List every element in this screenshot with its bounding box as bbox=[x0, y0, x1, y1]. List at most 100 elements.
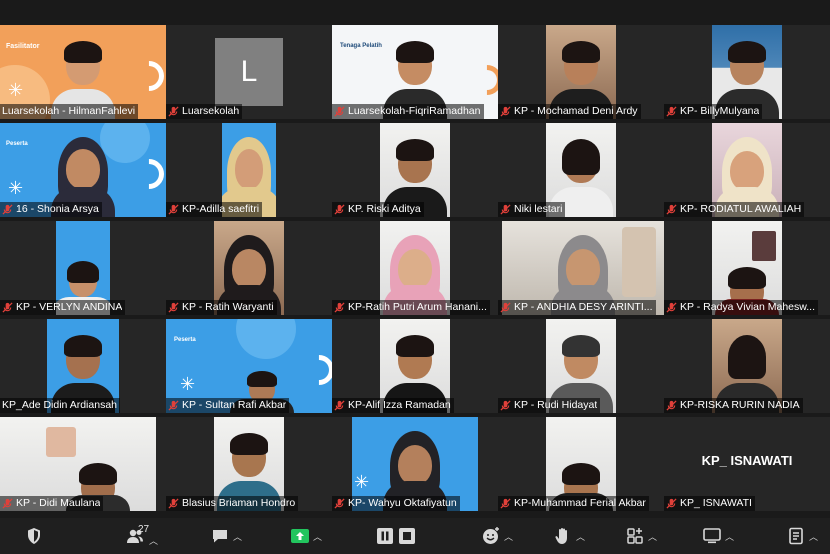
participant-name-label: KP - Rudi Hidayat bbox=[498, 398, 601, 413]
participant-name: KP - ANDHIA DESY ARINTI... bbox=[514, 301, 653, 313]
notes-button[interactable]: ︿ bbox=[780, 518, 824, 554]
video-grid: Fasilitator ✳ Luarsekolah - HilmanFahlev… bbox=[0, 0, 830, 518]
participant-name-label: KP-Muhammad Ferial Akbar bbox=[498, 496, 649, 511]
muted-mic-icon bbox=[666, 204, 677, 215]
participant-name-label: KP-RISKA RURIN NADIA bbox=[664, 398, 803, 413]
recording-controls[interactable] bbox=[374, 518, 418, 554]
participant-name: KP-Alif Izza Ramadan bbox=[348, 399, 451, 411]
participant-name: KP-Muhammad Ferial Akbar bbox=[514, 497, 646, 509]
participant-name-label: KP- Wahyu Oktafiyatun bbox=[332, 496, 460, 511]
participant-name: KP- BillyMulyana bbox=[680, 105, 760, 117]
muted-mic-icon bbox=[334, 498, 345, 509]
participant-tile[interactable]: KP- BillyMulyana bbox=[664, 25, 830, 119]
muted-mic-icon bbox=[334, 302, 345, 313]
slide-label: Tenaga Pelatih bbox=[340, 43, 382, 49]
participant-name-label: Luarsekolah bbox=[166, 104, 243, 119]
muted-mic-icon bbox=[500, 400, 511, 411]
chevron-up-icon[interactable]: ︿ bbox=[149, 534, 158, 547]
apps-button[interactable]: ︿ bbox=[620, 518, 662, 554]
participant-name: KP_Ade Didin Ardiansah bbox=[2, 399, 117, 411]
participant-tile[interactable]: Tenaga Pelatih Luarsekolah-FiqriRamadhan bbox=[332, 25, 498, 119]
participant-tile[interactable]: KP- RODIATUL AWALIAH bbox=[664, 123, 830, 217]
share-screen-icon bbox=[290, 529, 309, 543]
slide-label: Fasilitator bbox=[6, 43, 40, 50]
chevron-up-icon[interactable]: ︿ bbox=[313, 530, 322, 543]
muted-mic-icon bbox=[168, 400, 179, 411]
emoji-icon bbox=[482, 527, 499, 544]
participant-tile[interactable]: KP - ANDHIA DESY ARINTI... bbox=[498, 221, 664, 315]
muted-mic-icon bbox=[666, 302, 677, 313]
participant-name-label: KP - VERLYN ANDINA bbox=[0, 300, 126, 315]
chevron-up-icon[interactable]: ︿ bbox=[648, 530, 657, 543]
participant-name: KP - Rudi Hidayat bbox=[514, 399, 598, 411]
participant-tile[interactable]: KP-Ratih Putri Arum Hanani... bbox=[332, 221, 498, 315]
stop-icon[interactable] bbox=[397, 526, 417, 546]
participant-tile[interactable]: Niki lestari bbox=[498, 123, 664, 217]
chevron-up-icon[interactable]: ︿ bbox=[576, 530, 585, 543]
participant-name: KP-Adilla saefitri bbox=[182, 203, 260, 215]
participant-name-label: Niki lestari bbox=[498, 202, 566, 217]
participant-tile[interactable]: KP - Ratih Waryanti bbox=[166, 221, 332, 315]
pause-icon[interactable] bbox=[375, 526, 395, 546]
participant-name-label: KP. Riski Aditya bbox=[332, 202, 424, 217]
participant-name-label: KP- BillyMulyana bbox=[664, 104, 763, 119]
muted-mic-icon bbox=[334, 400, 345, 411]
participant-name-label: KP - Didi Maulana bbox=[0, 496, 104, 511]
muted-mic-icon bbox=[2, 498, 13, 509]
slide-label: Peserta bbox=[174, 337, 196, 343]
participant-name-label: KP_Ade Didin Ardiansah bbox=[0, 398, 120, 413]
participant-name: Blasius Briaman Hondro bbox=[182, 497, 296, 509]
muted-mic-icon bbox=[168, 106, 179, 117]
chevron-up-icon[interactable]: ︿ bbox=[504, 530, 513, 543]
participant-name-label: KP - Ratih Waryanti bbox=[166, 300, 277, 315]
participant-tile[interactable]: KP - Mochamad Deni Ardy bbox=[498, 25, 664, 119]
participant-tile[interactable]: Blasius Briaman Hondro bbox=[166, 417, 332, 511]
raise-hand-button[interactable]: ︿ bbox=[548, 518, 590, 554]
chevron-up-icon[interactable]: ︿ bbox=[233, 530, 242, 543]
participant-tile[interactable]: Peserta ✳ 16 - Shonia Arsya bbox=[0, 123, 166, 217]
participant-tile[interactable]: KP_ ISNAWATI KP_ ISNAWATI bbox=[664, 417, 830, 511]
participant-tile[interactable]: Fasilitator ✳ Luarsekolah - HilmanFahlev… bbox=[0, 25, 166, 119]
participant-name: KP - Radya Vivian Mahesw... bbox=[680, 301, 816, 313]
participant-tile[interactable]: KP - Didi Maulana bbox=[0, 417, 166, 511]
chat-icon bbox=[212, 530, 227, 543]
participants-button[interactable]: 27 ︿ bbox=[110, 518, 160, 554]
reactions-button[interactable]: ︿ bbox=[476, 518, 518, 554]
participant-tile[interactable]: ✳ KP- Wahyu Oktafiyatun bbox=[332, 417, 498, 511]
muted-mic-icon bbox=[168, 204, 179, 215]
participant-name: KP_ ISNAWATI bbox=[680, 497, 752, 509]
participant-name-label: Luarsekolah - HilmanFahlevi bbox=[0, 104, 139, 119]
apps-icon bbox=[627, 528, 643, 544]
participant-tile[interactable]: KP-Adilla saefitri bbox=[166, 123, 332, 217]
participant-name-label: Blasius Briaman Hondro bbox=[166, 496, 299, 511]
muted-mic-icon bbox=[666, 400, 677, 411]
participant-tile[interactable]: KP-Muhammad Ferial Akbar bbox=[498, 417, 664, 511]
participant-tile[interactable]: KP - Radya Vivian Mahesw... bbox=[664, 221, 830, 315]
chevron-up-icon[interactable]: ︿ bbox=[725, 530, 734, 543]
muted-mic-icon bbox=[500, 302, 511, 313]
meeting-toolbar: 27 ︿ ︿ ︿ ︿ ︿ ︿ ︿ ︿ bbox=[0, 518, 830, 554]
participant-name-label: KP- RODIATUL AWALIAH bbox=[664, 202, 805, 217]
video-off-name: KP_ ISNAWATI bbox=[701, 453, 793, 468]
participant-tile[interactable]: KP. Riski Aditya bbox=[332, 123, 498, 217]
chat-button[interactable]: ︿ bbox=[206, 518, 246, 554]
participant-tile[interactable]: KP_Ade Didin Ardiansah bbox=[0, 319, 166, 413]
participant-tile[interactable]: KP - VERLYN ANDINA bbox=[0, 221, 166, 315]
security-button[interactable] bbox=[22, 518, 46, 554]
participant-tile[interactable]: KP - Rudi Hidayat bbox=[498, 319, 664, 413]
participant-name: KP - Mochamad Deni Ardy bbox=[514, 105, 638, 117]
muted-mic-icon bbox=[500, 498, 511, 509]
participant-name: KP- Wahyu Oktafiyatun bbox=[348, 497, 457, 509]
participant-tile[interactable]: Peserta ✳ KP - Sultan Rafi Akbar bbox=[166, 319, 332, 413]
view-button[interactable]: ︿ bbox=[696, 518, 740, 554]
muted-mic-icon bbox=[168, 498, 179, 509]
notes-icon bbox=[789, 527, 803, 545]
participant-tile[interactable]: KP-RISKA RURIN NADIA bbox=[664, 319, 830, 413]
chevron-up-icon[interactable]: ︿ bbox=[809, 530, 818, 543]
participant-tile[interactable]: L Luarsekolah bbox=[166, 25, 332, 119]
share-screen-button[interactable]: ︿ bbox=[286, 518, 326, 554]
participant-tile[interactable]: KP-Alif Izza Ramadan bbox=[332, 319, 498, 413]
participant-name: KP - Didi Maulana bbox=[16, 497, 101, 509]
participant-name-label: KP-Ratih Putri Arum Hanani... bbox=[332, 300, 490, 315]
muted-mic-icon bbox=[666, 106, 677, 117]
